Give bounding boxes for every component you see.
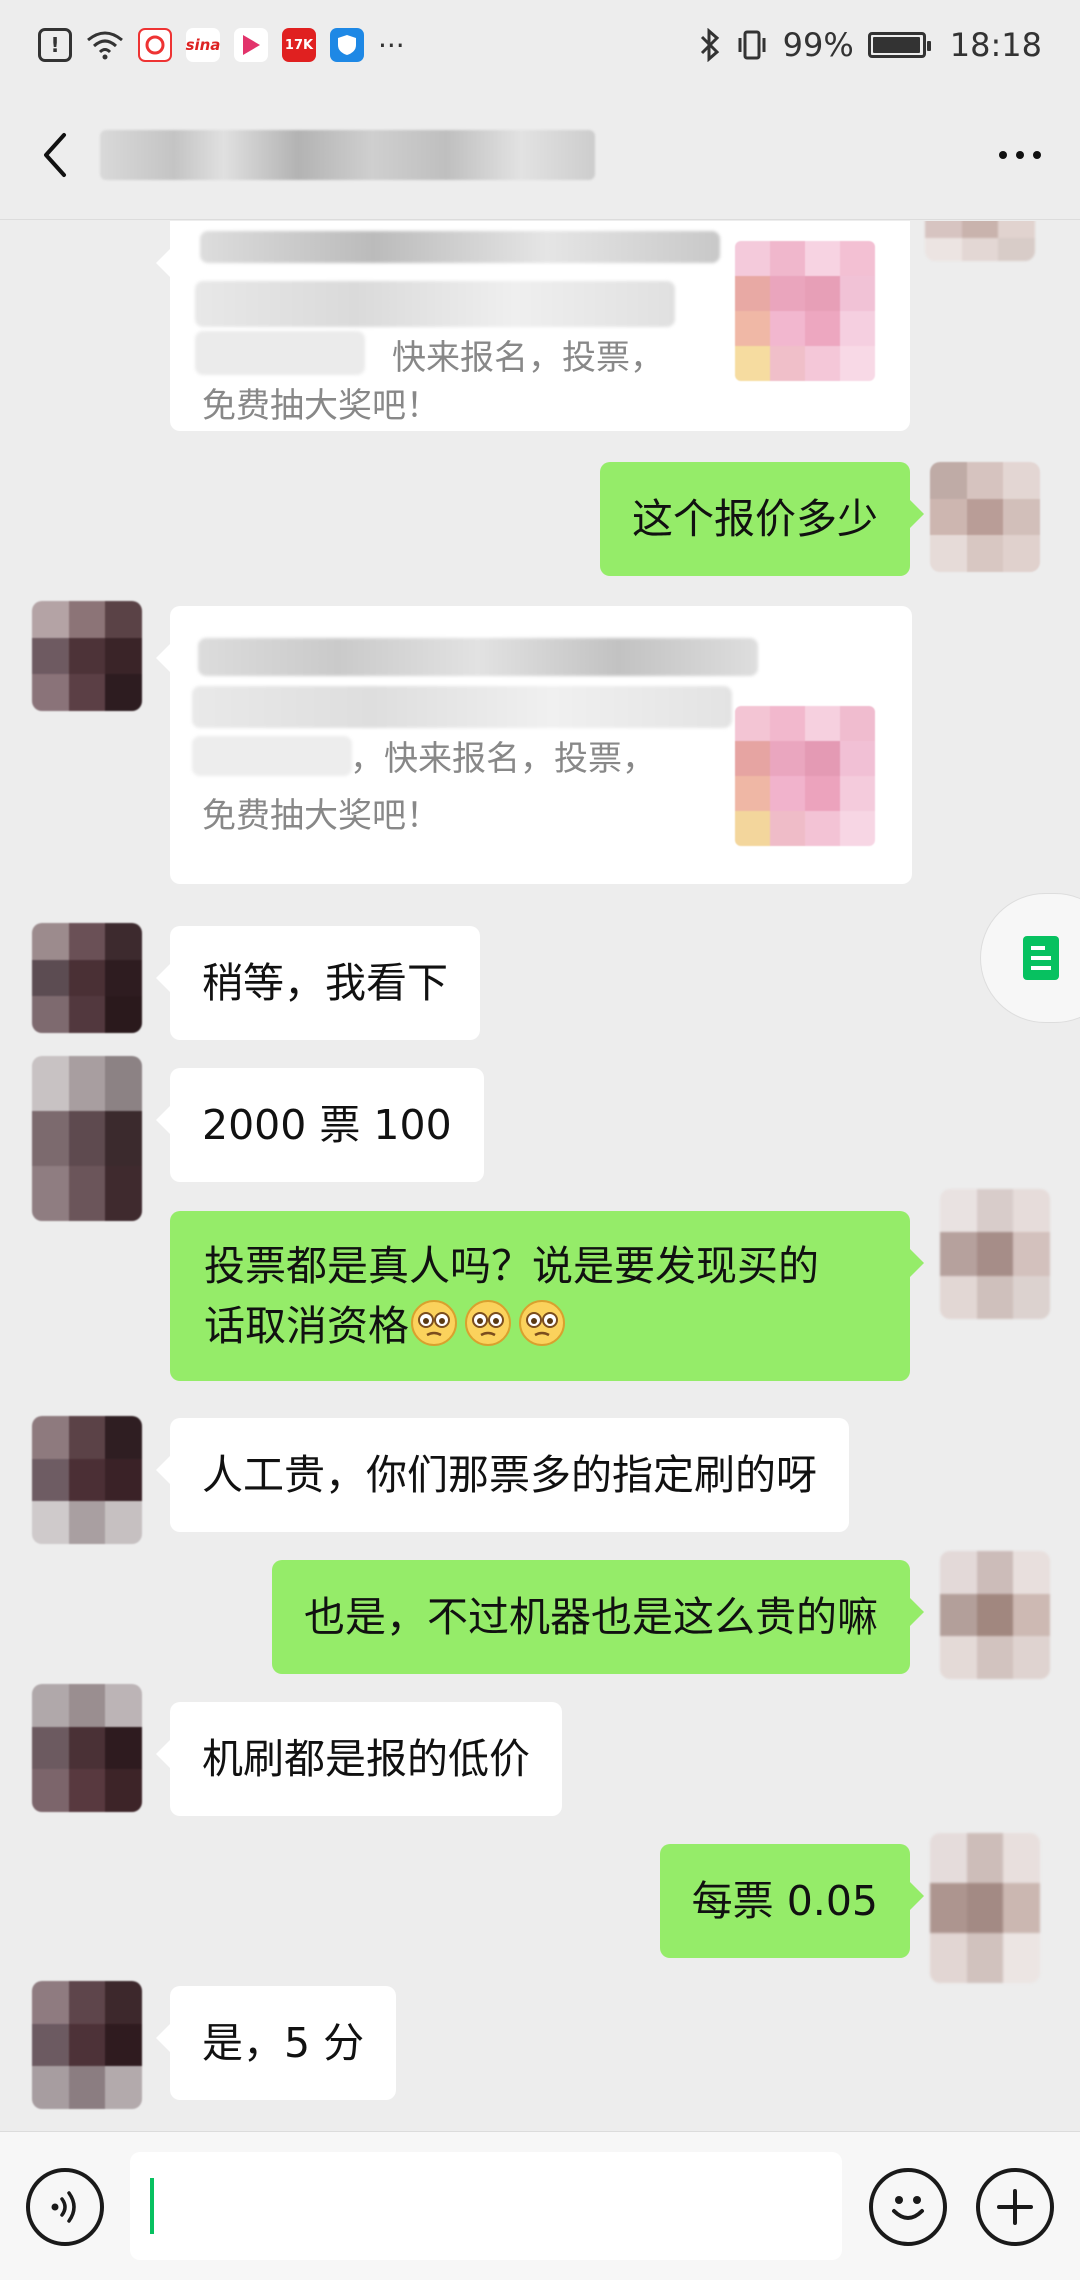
card-thumbnail [735, 706, 875, 846]
chat-header [0, 90, 1080, 220]
avatar-contact[interactable] [32, 1056, 142, 1221]
message-input[interactable] [130, 2152, 842, 2260]
message-received[interactable]: 是，5 分 [155, 1986, 397, 2100]
smiley-icon [892, 2196, 924, 2220]
message-text: 这个报价多少 [632, 495, 878, 543]
avatar-contact[interactable] [32, 1981, 142, 2109]
avatar-contact[interactable] [32, 601, 142, 711]
status-bar-notifications: ! sina 17K ··· [38, 28, 405, 62]
message-text: 稍等，我看下 [202, 959, 448, 1007]
card-title-redacted [200, 231, 720, 263]
avatar-self[interactable] [940, 1189, 1050, 1319]
card-desc-redacted [192, 686, 732, 728]
avatar-self[interactable] [940, 1551, 1050, 1679]
message-text: 也是，不过机器也是这么贵的嘛 [304, 1593, 878, 1641]
status-bar: ! sina 17K ··· 99% 18:18 [0, 0, 1080, 90]
pleading-face-emoji [519, 1300, 565, 1346]
more-options-icon[interactable] [990, 125, 1050, 185]
avatar-contact[interactable] [32, 1684, 142, 1812]
17k-app-icon: 17K [282, 28, 316, 62]
bluetooth-icon [700, 28, 719, 62]
link-card-2[interactable]: ，快来报名，投票， 免费抽大奖吧！ [156, 606, 912, 884]
warning-icon: ! [38, 28, 72, 62]
card-desc-text-2: 免费抽大奖吧！ [202, 386, 440, 426]
battery-icon [867, 32, 931, 58]
message-sent[interactable]: 这个报价多少 [600, 462, 924, 576]
message-text: 2000 票 100 [202, 1101, 452, 1149]
message-sent[interactable]: 也是，不过机器也是这么贵的嘛 [272, 1560, 924, 1674]
pleading-face-emoji [465, 1300, 511, 1346]
message-text: 投票都是真人吗？说是要发现买的 [204, 1242, 819, 1290]
floating-note-button[interactable] [980, 893, 1080, 1023]
sina-icon: sina [186, 28, 220, 62]
chat-title-redacted [100, 130, 595, 180]
avatar-self[interactable] [925, 221, 1035, 261]
shield-app-icon [330, 28, 364, 62]
card-title-redacted [198, 638, 758, 676]
pleading-face-emoji [411, 1300, 457, 1346]
message-text-line2: 话取消资格 [204, 1297, 876, 1355]
clock: 18:18 [949, 26, 1042, 64]
message-text: 是，5 分 [202, 2019, 365, 2067]
voice-icon [51, 2191, 76, 2223]
video-app-icon [234, 28, 268, 62]
message-received[interactable]: 机刷都是报的低价 [156, 1702, 562, 1816]
emoji-button[interactable] [869, 2168, 947, 2246]
weibo-icon [138, 28, 172, 62]
status-bar-system: 99% 18:18 [699, 26, 1042, 64]
message-text: 每票 0.05 [691, 1877, 878, 1925]
wifi-icon [87, 31, 123, 60]
card-thumbnail [735, 241, 875, 381]
message-sent[interactable]: 投票都是真人吗？说是要发现买的 话取消资格 [170, 1211, 924, 1381]
battery-percent: 99% [782, 26, 854, 64]
avatar-contact[interactable] [32, 1416, 142, 1544]
message-list[interactable]: 快来报名，投票， 免费抽大奖吧！ 这个报价多少 ，快来报名，投票， 免费抽大奖吧… [0, 221, 1080, 2131]
vibrate-icon [738, 30, 766, 60]
message-received[interactable]: 稍等，我看下 [156, 926, 480, 1040]
avatar-self[interactable] [930, 462, 1040, 572]
input-bar [0, 2131, 1080, 2280]
avatar-contact[interactable] [32, 923, 142, 1033]
voice-input-button[interactable] [26, 2168, 104, 2246]
message-text: 人工贵，你们那票多的指定刷的呀 [202, 1451, 817, 1499]
card-desc-redacted-2 [195, 331, 365, 375]
card-desc-text-2: 免费抽大奖吧！ [202, 796, 440, 836]
avatar-self[interactable] [930, 1833, 1040, 1983]
message-received[interactable]: 人工贵，你们那票多的指定刷的呀 [156, 1418, 849, 1532]
more-functions-button[interactable] [976, 2168, 1054, 2246]
card-desc-text: ，快来报名，投票， [350, 739, 656, 779]
text-caret [150, 2178, 154, 2234]
link-card-1[interactable]: 快来报名，投票， 免费抽大奖吧！ [156, 221, 910, 431]
more-notifications-icon: ··· [378, 28, 405, 62]
card-desc-text: 快来报名，投票， [392, 338, 664, 378]
plus-icon [997, 2189, 1033, 2225]
card-desc-redacted-2 [192, 736, 352, 776]
note-icon [1023, 936, 1059, 980]
message-text: 机刷都是报的低价 [202, 1735, 530, 1783]
back-icon[interactable] [30, 125, 80, 185]
message-received[interactable]: 2000 票 100 [156, 1068, 484, 1182]
message-sent[interactable]: 每票 0.05 [659, 1844, 925, 1958]
